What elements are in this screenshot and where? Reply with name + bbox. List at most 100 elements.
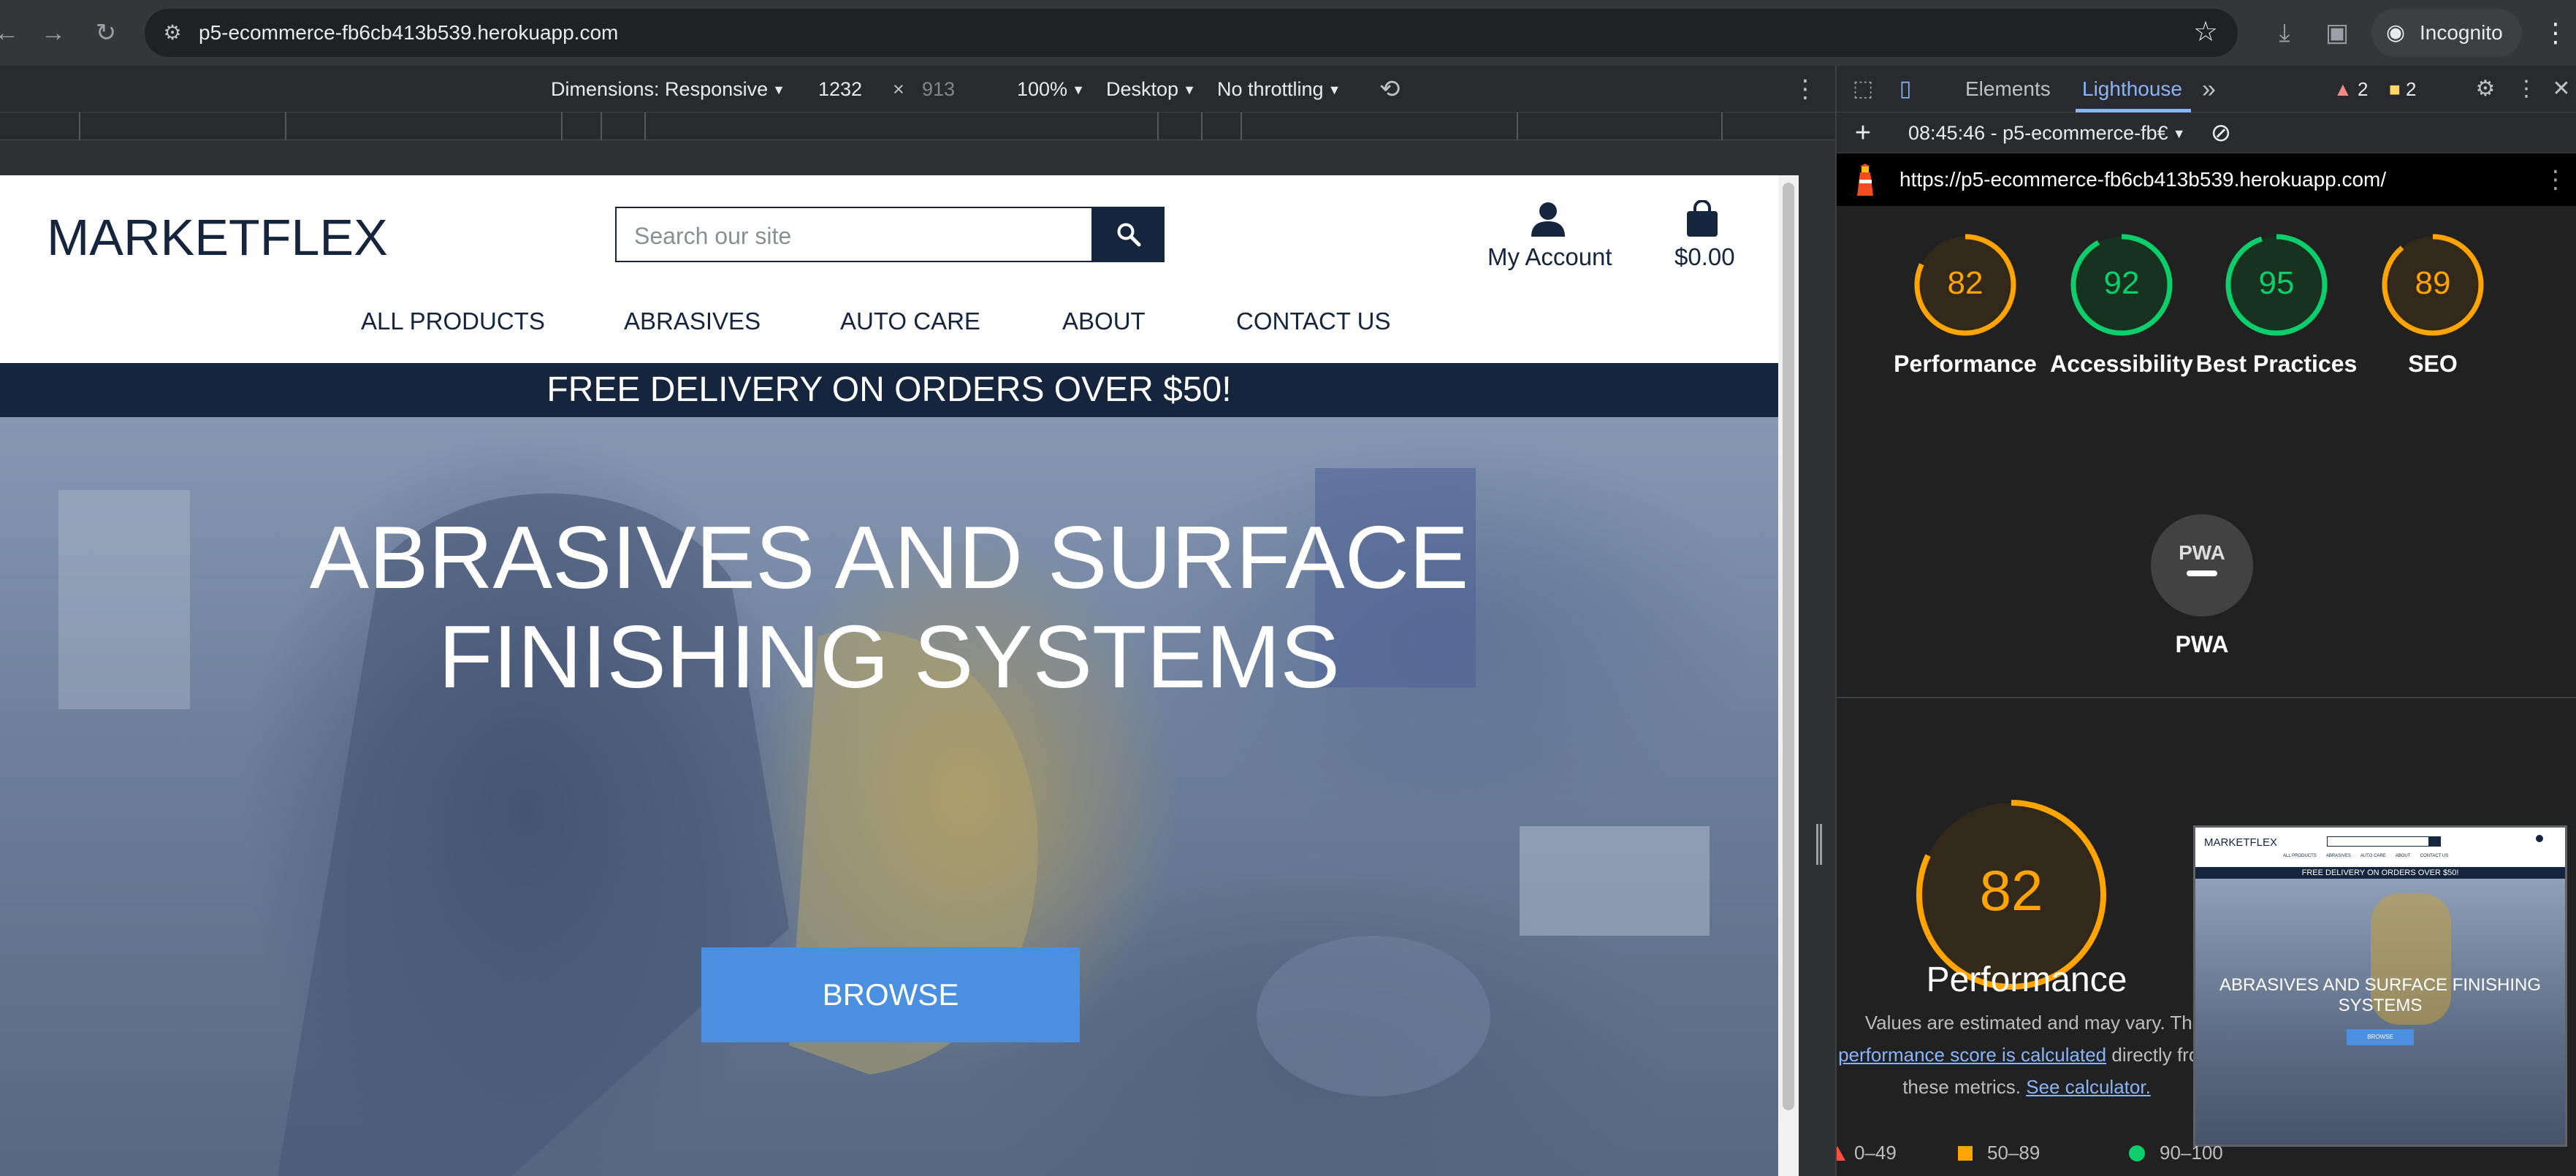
pwa-label: PWA (2175, 631, 2229, 657)
address-bar[interactable]: ⚙ p5-ecommerce-fb6cb413b539.herokuapp.co… (145, 9, 2238, 57)
address-url[interactable]: p5-ecommerce-fb6cb413b539.herokuapp.com (199, 19, 618, 47)
see-calculator-link[interactable]: See calculator. (2026, 1076, 2151, 1098)
page-scrollbar[interactable] (1778, 175, 1799, 1176)
caret-down-icon: ▼ (1183, 83, 1196, 97)
gauge-label: Performance (1894, 351, 2037, 377)
forward-icon[interactable]: → (37, 16, 70, 50)
gauge-score: 82 (1948, 265, 1984, 301)
search-placeholder: Search our site (634, 223, 792, 249)
browser-menu-icon[interactable]: ⋮ (2541, 16, 2570, 50)
report-url[interactable]: https://p5-ecommerce-fb6cb413b539.heroku… (1899, 167, 2386, 193)
bookmark-star-icon[interactable]: ☆ (2190, 16, 2222, 48)
more-tabs-icon[interactable]: » (2202, 76, 2216, 102)
nav-contact-us[interactable]: CONTACT US (1236, 307, 1390, 336)
page-screenshot-thumbnail[interactable]: MARKETFLEX ALL PRODUCTS ABRASIVES AUTO C… (2193, 825, 2567, 1147)
issue-icon: ■ (2389, 78, 2401, 100)
legend-pass-label: 90–100 (2160, 1142, 2223, 1164)
zoom-select[interactable]: 100% ▼ (1017, 76, 1085, 103)
nav-auto-care[interactable]: AUTO CARE (840, 307, 980, 336)
thumb-browse: BROWSE (2347, 1029, 2414, 1045)
screen: ← → ↻ ⚙ p5-ecommerce-fb6cb413b539.heroku… (0, 0, 2576, 1176)
emulated-page: MARKETFLEX Search our site My Account $0… (0, 175, 1778, 1176)
issues-badge[interactable]: ■ 2 (2389, 76, 2416, 102)
dimensions-label: Dimensions: Responsive (551, 78, 769, 100)
delivery-banner: FREE DELIVERY ON ORDERS OVER $50! (0, 363, 1778, 417)
incognito-indicator[interactable]: ◉ Incognito (2371, 9, 2522, 57)
clear-reports-icon[interactable]: ⊘ (2208, 120, 2234, 146)
report-selector-label: 08:45:46 - p5-ecommerce-fb€ (1908, 122, 2168, 144)
new-report-icon[interactable]: + (1848, 118, 1878, 148)
panel-resize-handle[interactable] (1816, 824, 1822, 865)
legend-square-icon (1958, 1146, 1973, 1161)
report-menu-icon[interactable]: ⋮ (2542, 165, 2569, 194)
back-icon[interactable]: ← (0, 16, 23, 50)
height-input[interactable]: 913 (922, 76, 955, 102)
report-selector[interactable]: 08:45:46 - p5-ecommerce-fb€ ▼ (1908, 120, 2186, 147)
thumb-header: MARKETFLEX ALL PRODUCTS ABRASIVES AUTO C… (2195, 828, 2565, 867)
nav-all-products[interactable]: ALL PRODUCTS (361, 307, 545, 336)
caret-down-icon: ▼ (772, 83, 785, 97)
legend-triangle-icon (1837, 1146, 1845, 1161)
inspect-element-icon[interactable]: ⬚ (1848, 75, 1878, 104)
warnings-badge[interactable]: ▲ 2 (2333, 76, 2368, 102)
search-button[interactable] (1093, 207, 1165, 262)
performance-heading: Performance (1926, 961, 2127, 999)
tab-lighthouse[interactable]: Lighthouse (2082, 76, 2182, 102)
rotate-icon[interactable]: ⟲ (1379, 76, 1401, 102)
pwa-badge-text: PWA (2179, 541, 2225, 564)
thumb-nav-item: ABOUT (2395, 854, 2411, 858)
note-prefix: Values are estimated and may vary. The (1864, 1012, 2203, 1034)
incognito-label: Incognito (2420, 21, 2503, 44)
device-toggle-icon[interactable]: ▯ (1891, 75, 1920, 104)
reload-icon[interactable]: ↻ (89, 16, 123, 50)
seo-gauge[interactable]: 89 (2380, 232, 2485, 337)
ruler-tick (1517, 112, 1518, 140)
legend-fail-label: 0–49 (1854, 1142, 1897, 1164)
browse-button[interactable]: BROWSE (701, 947, 1080, 1042)
my-account-link[interactable]: My Account (1487, 243, 1612, 272)
caret-down-icon: ▼ (1327, 83, 1341, 97)
user-icon[interactable] (1530, 202, 1566, 237)
tab-elements[interactable]: Elements (1965, 76, 2051, 102)
width-input[interactable]: 1232 (818, 76, 862, 102)
thumb-nav-item: ALL PRODUCTS (2283, 854, 2317, 858)
nav-abrasives[interactable]: ABRASIVES (624, 307, 761, 336)
dimensions-select[interactable]: Dimensions: Responsive ▼ (551, 76, 785, 103)
pwa-badge-icon[interactable]: PWA (2149, 513, 2255, 618)
issues-count: 2 (2405, 78, 2417, 100)
device-type-select[interactable]: Desktop ▼ (1106, 76, 1196, 103)
shopping-bag-icon[interactable] (1685, 200, 1719, 237)
legend-fail: 0–49 (1837, 1139, 1897, 1166)
ruler-tick (1241, 112, 1242, 140)
download-icon[interactable]: ⤓ (2268, 16, 2301, 50)
device-toolbar-menu-icon[interactable]: ⋮ (1793, 76, 1818, 102)
thumb-banner: FREE DELIVERY ON ORDERS OVER $50! (2195, 867, 2565, 879)
best-practices-gauge[interactable]: 95 (2224, 232, 2329, 337)
thumb-search-button (2429, 836, 2441, 847)
nav-about[interactable]: ABOUT (1062, 307, 1146, 336)
score-calculated-link[interactable]: performance score is calculated (1838, 1044, 2106, 1066)
warning-icon: ▲ (2333, 78, 2352, 100)
note-line-1: Values are estimated and may vary. The (1837, 1007, 2217, 1039)
dimension-times-icon: × (893, 78, 904, 100)
search-input[interactable]: Search our site (615, 207, 1093, 262)
gauge-label: SEO (2408, 351, 2458, 377)
devtools-tabbar: ⬚ ▯ Elements Lighthouse » ▲ 2 ■ 2 ⚙ ⋮ ✕ (1837, 66, 2576, 112)
accessibility-gauge[interactable]: 92 (2069, 232, 2174, 337)
site-settings-icon[interactable]: ⚙ (158, 18, 187, 47)
settings-gear-icon[interactable]: ⚙ (2471, 75, 2500, 104)
performance-gauge[interactable]: 82 (1913, 232, 2018, 337)
close-devtools-icon[interactable]: ✕ (2547, 75, 2576, 104)
scrollbar-thumb[interactable] (1783, 183, 1794, 1110)
devtools-menu-icon[interactable]: ⋮ (2512, 75, 2541, 104)
site-logo[interactable]: MARKETFLEX (47, 208, 388, 267)
legend-pass: 90–100 (2129, 1139, 2223, 1166)
bag-total[interactable]: $0.00 (1674, 243, 1735, 272)
thumb-nav: ALL PRODUCTS ABRASIVES AUTO CARE ABOUT C… (2283, 854, 2495, 858)
gauge-score: 89 (2415, 265, 2451, 301)
throttling-select[interactable]: No throttling ▼ (1217, 76, 1341, 103)
side-panel-icon[interactable]: ▣ (2320, 16, 2354, 50)
ruler-tick (79, 112, 80, 140)
devtools-panel: ⬚ ▯ Elements Lighthouse » ▲ 2 ■ 2 ⚙ ⋮ ✕ … (1835, 66, 2576, 1176)
media-query-bar[interactable] (0, 112, 1835, 140)
